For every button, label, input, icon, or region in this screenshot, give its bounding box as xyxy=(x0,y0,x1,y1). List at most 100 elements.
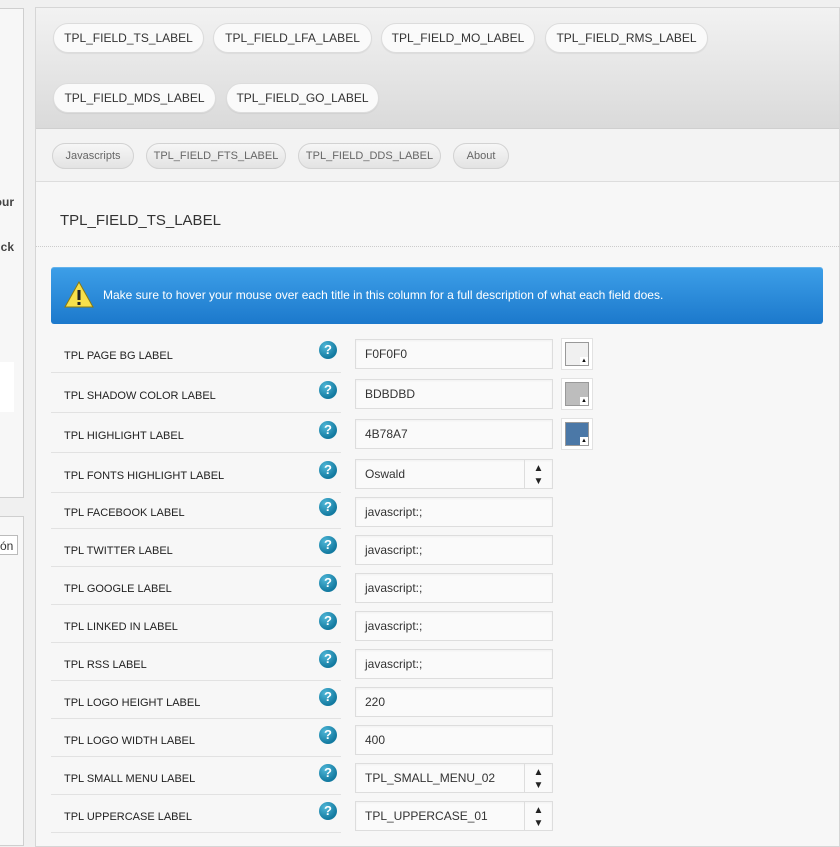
setting-label[interactable]: TPL SMALL MENU LABEL xyxy=(64,773,195,785)
help-icon[interactable]: ? xyxy=(319,688,337,706)
help-icon[interactable]: ? xyxy=(319,498,337,516)
setting-label[interactable]: TPL LOGO HEIGHT LABEL xyxy=(64,697,200,709)
help-icon[interactable]: ? xyxy=(319,612,337,630)
setting-input[interactable]: F0F0F0 xyxy=(355,339,553,369)
setting-row: TPL SMALL MENU LABEL? xyxy=(51,756,341,795)
help-icon[interactable]: ? xyxy=(319,726,337,744)
setting-row: TPL UPPERCASE LABEL? xyxy=(51,794,341,833)
setting-row: TPL LOGO WIDTH LABEL? xyxy=(51,718,341,757)
setting-value: BDBDBD xyxy=(365,387,416,401)
left-sidebar-input[interactable]: ón xyxy=(0,535,18,555)
setting-label[interactable]: TPL FACEBOOK LABEL xyxy=(64,507,185,519)
picker-arrow-icon: ▲ xyxy=(580,357,588,365)
setting-row: TPL GOOGLE LABEL? xyxy=(51,566,341,605)
setting-value: TPL_UPPERCASE_01 xyxy=(365,809,488,823)
section-divider xyxy=(36,246,839,247)
primary-tab-bar: TPL_FIELD_TS_LABEL TPL_FIELD_LFA_LABEL T… xyxy=(36,8,839,129)
help-icon[interactable]: ? xyxy=(319,341,337,359)
setting-label[interactable]: TPL HIGHLIGHT LABEL xyxy=(64,430,184,442)
setting-value: 400 xyxy=(365,733,386,747)
setting-input[interactable]: 400 xyxy=(355,725,553,755)
color-swatch: ▲ xyxy=(565,382,589,406)
help-icon[interactable]: ? xyxy=(319,421,337,439)
help-icon[interactable]: ? xyxy=(319,802,337,820)
warning-icon xyxy=(64,281,94,308)
setting-label[interactable]: TPL LOGO WIDTH LABEL xyxy=(64,735,195,747)
setting-value: 220 xyxy=(365,695,386,709)
color-picker-button[interactable]: ▲ xyxy=(561,338,593,370)
alert-message: Make sure to hover your mouse over each … xyxy=(103,288,664,302)
setting-select[interactable]: TPL_SMALL_MENU_02 ▲ ▼ xyxy=(355,763,553,793)
select-arrows-icon[interactable]: ▲ ▼ xyxy=(524,764,552,792)
color-picker-button[interactable]: ▲ xyxy=(561,378,593,410)
setting-label[interactable]: TPL FONTS HIGHLIGHT LABEL xyxy=(64,470,224,482)
help-icon[interactable]: ? xyxy=(319,650,337,668)
setting-value: F0F0F0 xyxy=(365,347,408,361)
section-title: TPL_FIELD_TS_LABEL xyxy=(60,212,221,229)
setting-value: javascript:; xyxy=(365,581,423,595)
setting-row: TPL FACEBOOK LABEL? xyxy=(51,490,341,529)
subtab-about[interactable]: About xyxy=(453,143,509,169)
setting-value: javascript:; xyxy=(365,619,423,633)
tab-lfa[interactable]: TPL_FIELD_LFA_LABEL xyxy=(213,23,372,53)
setting-label[interactable]: TPL TWITTER LABEL xyxy=(64,545,173,557)
setting-row: TPL HIGHLIGHT LABEL? xyxy=(51,412,341,453)
setting-row: TPL RSS LABEL? xyxy=(51,642,341,681)
select-arrows-icon[interactable]: ▲ ▼ xyxy=(524,460,552,488)
setting-label[interactable]: TPL RSS LABEL xyxy=(64,659,147,671)
setting-input[interactable]: javascript:; xyxy=(355,573,553,603)
left-sidebar-panel-lower xyxy=(0,516,24,846)
secondary-tab-bar: Javascripts TPL_FIELD_FTS_LABEL TPL_FIEL… xyxy=(36,129,839,182)
tab-mo[interactable]: TPL_FIELD_MO_LABEL xyxy=(381,23,535,53)
setting-input[interactable]: javascript:; xyxy=(355,497,553,527)
setting-input[interactable]: BDBDBD xyxy=(355,379,553,409)
help-icon[interactable]: ? xyxy=(319,381,337,399)
left-sidebar-box xyxy=(0,362,14,412)
info-alert: Make sure to hover your mouse over each … xyxy=(51,267,823,324)
left-sidebar-text-fragment: ck xyxy=(0,240,14,254)
color-picker-button[interactable]: ▲ xyxy=(561,418,593,450)
setting-input[interactable]: 220 xyxy=(355,687,553,717)
setting-select[interactable]: Oswald ▲ ▼ xyxy=(355,459,553,489)
setting-input[interactable]: javascript:; xyxy=(355,649,553,679)
tab-go[interactable]: TPL_FIELD_GO_LABEL xyxy=(226,83,379,113)
select-arrows-icon[interactable]: ▲ ▼ xyxy=(524,802,552,830)
setting-input[interactable]: javascript:; xyxy=(355,535,553,565)
color-swatch: ▲ xyxy=(565,422,589,446)
setting-label[interactable]: TPL SHADOW COLOR LABEL xyxy=(64,390,216,402)
help-icon[interactable]: ? xyxy=(319,574,337,592)
setting-value: TPL_SMALL_MENU_02 xyxy=(365,771,496,785)
tab-ts[interactable]: TPL_FIELD_TS_LABEL xyxy=(53,23,204,53)
help-icon[interactable]: ? xyxy=(319,461,337,479)
picker-arrow-icon: ▲ xyxy=(580,437,588,445)
setting-row: TPL LOGO HEIGHT LABEL? xyxy=(51,680,341,719)
setting-value: 4B78A7 xyxy=(365,427,408,441)
left-input-value: ón xyxy=(0,539,14,553)
subtab-fts[interactable]: TPL_FIELD_FTS_LABEL xyxy=(146,143,286,169)
setting-input[interactable]: 4B78A7 xyxy=(355,419,553,449)
picker-arrow-icon: ▲ xyxy=(580,397,588,405)
setting-input[interactable]: javascript:; xyxy=(355,611,553,641)
setting-value: javascript:; xyxy=(365,505,423,519)
color-swatch: ▲ xyxy=(565,342,589,366)
subtab-javascripts[interactable]: Javascripts xyxy=(52,143,134,169)
setting-label[interactable]: TPL LINKED IN LABEL xyxy=(64,621,178,633)
setting-value: Oswald xyxy=(365,467,406,481)
setting-row: TPL SHADOW COLOR LABEL? xyxy=(51,372,341,413)
left-sidebar-text-fragment: our xyxy=(0,195,14,209)
setting-row: TPL PAGE BG LABEL? xyxy=(51,332,341,373)
tab-rms[interactable]: TPL_FIELD_RMS_LABEL xyxy=(545,23,708,53)
main-panel: TPL_FIELD_TS_LABEL TPL_FIELD_LFA_LABEL T… xyxy=(35,7,840,847)
setting-row: TPL LINKED IN LABEL? xyxy=(51,604,341,643)
setting-value: javascript:; xyxy=(365,657,423,671)
subtab-dds[interactable]: TPL_FIELD_DDS_LABEL xyxy=(298,143,441,169)
setting-row: TPL FONTS HIGHLIGHT LABEL? xyxy=(51,452,341,493)
tab-mds[interactable]: TPL_FIELD_MDS_LABEL xyxy=(53,83,216,113)
help-icon[interactable]: ? xyxy=(319,764,337,782)
help-icon[interactable]: ? xyxy=(319,536,337,554)
setting-label[interactable]: TPL GOOGLE LABEL xyxy=(64,583,172,595)
setting-label[interactable]: TPL UPPERCASE LABEL xyxy=(64,811,192,823)
setting-select[interactable]: TPL_UPPERCASE_01 ▲ ▼ xyxy=(355,801,553,831)
setting-label[interactable]: TPL PAGE BG LABEL xyxy=(64,350,173,362)
setting-row: TPL TWITTER LABEL? xyxy=(51,528,341,567)
